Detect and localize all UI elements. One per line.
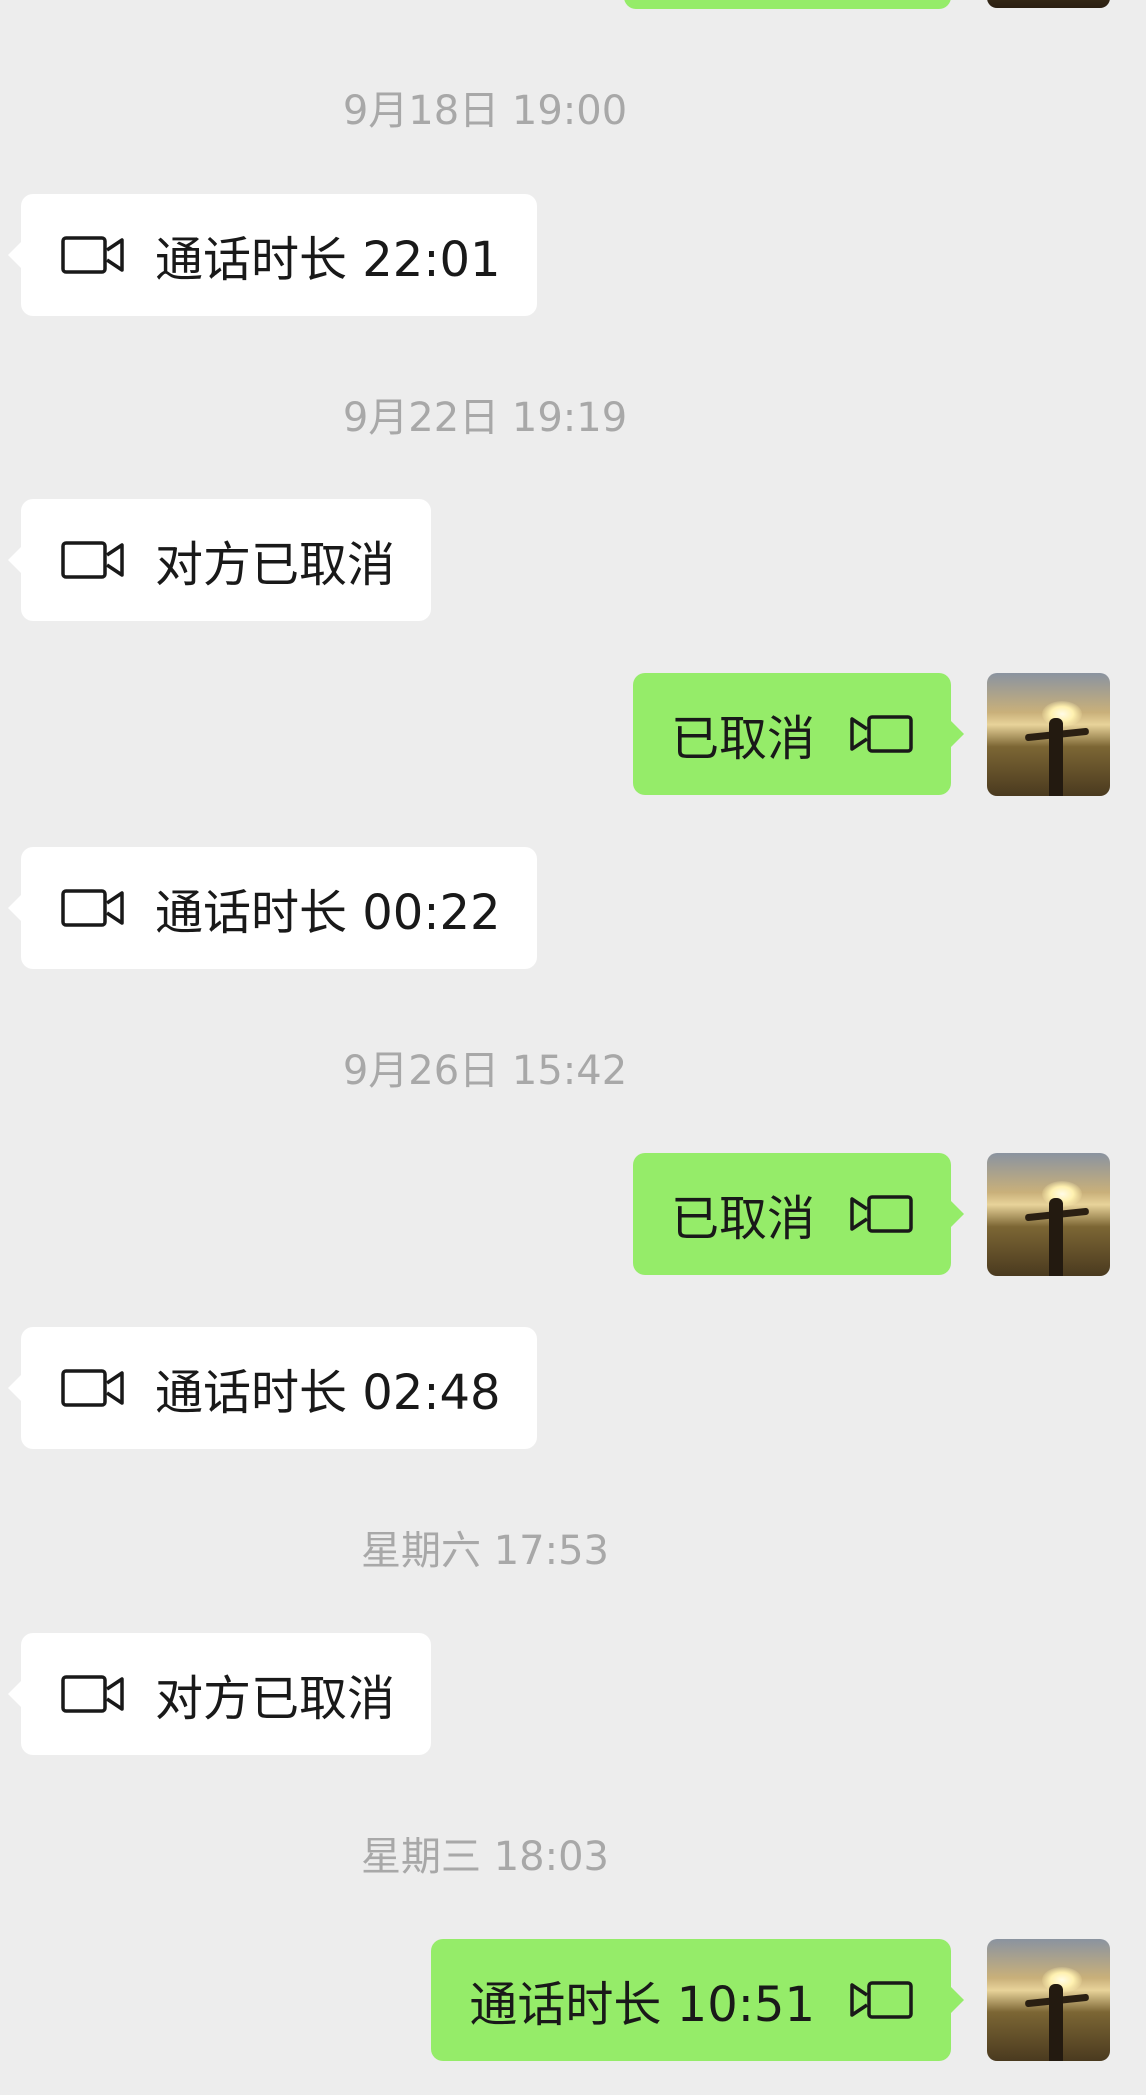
outgoing-bubble-partial[interactable] (624, 0, 951, 9)
chat-history: 9月18日 19:00 通话时长 22:01 9月22日 19:19 对方已取消… (0, 0, 1146, 2095)
avatar-figure (1049, 1198, 1063, 1276)
avatar-partial[interactable] (987, 0, 1110, 8)
video-call-icon (61, 236, 124, 274)
avatar[interactable] (987, 1939, 1110, 2061)
call-status-text: 对方已取消 (155, 537, 396, 593)
outgoing-call-bubble[interactable]: 已取消 (632, 1153, 965, 1275)
avatar-figure (1049, 718, 1063, 796)
incoming-call-bubble[interactable]: 对方已取消 (7, 499, 432, 621)
avatar-figure (1049, 1984, 1063, 2061)
call-status-text: 通话时长 22:01 (155, 232, 501, 288)
incoming-call-bubble[interactable]: 对方已取消 (7, 1633, 432, 1755)
call-status-text: 通话时长 10:51 (469, 1977, 815, 2033)
call-status-text: 通话时长 00:22 (155, 885, 501, 941)
timestamp: 9月22日 19:19 (342, 395, 628, 441)
outgoing-call-bubble[interactable]: 通话时长 10:51 (431, 1939, 964, 2061)
video-call-icon (61, 541, 124, 579)
video-call-icon (850, 1195, 913, 1233)
incoming-call-bubble[interactable]: 通话时长 02:48 (8, 1327, 537, 1449)
video-call-icon (850, 715, 913, 753)
video-call-icon (850, 1981, 913, 2019)
video-call-icon (61, 889, 124, 927)
call-status-text: 对方已取消 (155, 1671, 396, 1727)
timestamp: 星期六 17:53 (361, 1528, 609, 1574)
incoming-call-bubble[interactable]: 通话时长 00:22 (8, 847, 537, 969)
avatar[interactable] (987, 1153, 1110, 1276)
call-status-text: 通话时长 02:48 (155, 1365, 501, 1421)
video-call-icon (61, 1369, 124, 1407)
call-status-text: 已取消 (670, 1191, 815, 1247)
timestamp: 9月18日 19:00 (342, 88, 628, 134)
call-status-text: 已取消 (670, 711, 815, 767)
video-call-icon (61, 1675, 124, 1713)
outgoing-call-bubble[interactable]: 已取消 (632, 673, 965, 795)
incoming-call-bubble[interactable]: 通话时长 22:01 (8, 194, 537, 316)
timestamp: 星期三 18:03 (361, 1834, 609, 1880)
timestamp: 9月26日 15:42 (342, 1048, 628, 1094)
avatar[interactable] (987, 673, 1110, 796)
